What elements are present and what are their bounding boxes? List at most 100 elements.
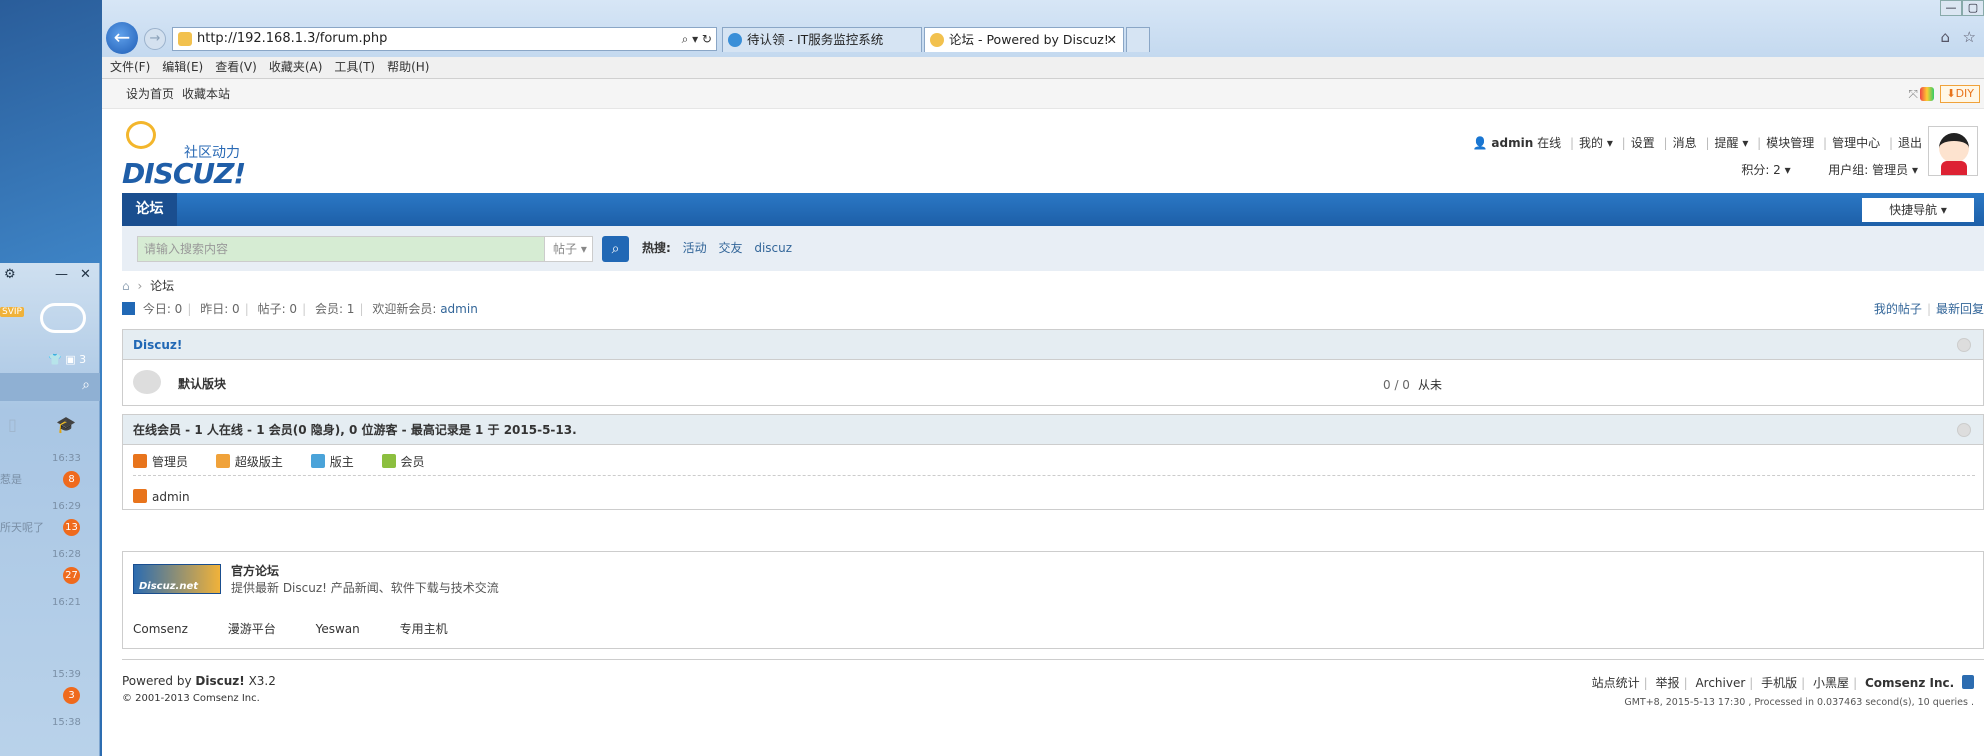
legend-member: 会员: [381, 453, 425, 470]
main-nav: 论坛 快捷导航 ▾: [122, 193, 1984, 226]
forum-stats: 今日: 0 | 昨日: 0 | 帖子: 0 | 会员: 1 | 欢迎新会员: admin: [122, 300, 478, 317]
menu-file[interactable]: 文件(F): [110, 57, 150, 77]
menu-tools[interactable]: 工具(T): [334, 57, 375, 77]
hot-search: 热搜: 活动 交友 discuz: [642, 226, 800, 271]
notify-menu[interactable]: 提醒: [1714, 136, 1738, 150]
qq-settings-icon[interactable]: ⚙: [4, 267, 16, 282]
friend-link[interactable]: Yeswan: [316, 622, 360, 636]
logout-link[interactable]: 退出: [1898, 136, 1922, 150]
newest-member-link[interactable]: admin: [440, 302, 478, 316]
avatar-face: [1939, 133, 1969, 163]
online-legend: 管理员 超级版主 版主 会员: [133, 453, 449, 470]
message-count: 3: [79, 353, 87, 366]
close-tab-icon[interactable]: ✕: [1107, 28, 1117, 51]
browser-window: ← → http://192.168.1.3/forum.php ⌕ ▾ ↻ 待…: [102, 0, 1984, 756]
quick-nav-label: 快捷导航: [1889, 203, 1938, 217]
official-forum-link[interactable]: 官方论坛: [231, 562, 279, 579]
online-username[interactable]: admin: [152, 490, 190, 504]
graduation-icon[interactable]: 🎓: [56, 415, 76, 434]
favorites-star-icon[interactable]: ☆: [1963, 28, 1976, 46]
search-icon[interactable]: ⌕: [82, 377, 90, 393]
qq-search-bar[interactable]: ⌕: [0, 373, 100, 401]
menu-favorites[interactable]: 收藏夹(A): [269, 57, 323, 77]
admin-icon: [133, 489, 147, 503]
avatar[interactable]: [1928, 126, 1978, 176]
my-posts-link[interactable]: 我的帖子: [1874, 302, 1922, 316]
user-links: 👤 admin 在线 | 我的 ▾ | 设置 | 消息 | 提醒 ▾ | 模块管理 | 管理…: [1472, 136, 1922, 150]
breadcrumb-current[interactable]: 论坛: [150, 279, 174, 293]
address-bar[interactable]: http://192.168.1.3/forum.php ⌕ ▾ ↻: [172, 27, 717, 51]
back-button[interactable]: ←: [106, 22, 138, 54]
hot-label: 热搜:: [642, 241, 671, 255]
forward-button[interactable]: →: [144, 28, 166, 50]
brand-link[interactable]: Discuz!: [195, 674, 244, 688]
latest-replies-link[interactable]: 最新回复: [1936, 302, 1984, 316]
online-user[interactable]: admin: [133, 489, 190, 504]
qq-item-text[interactable]: 所天呢了: [0, 519, 44, 535]
tab-label: 论坛 - Powered by Discuz!: [949, 32, 1109, 47]
admin-center-link[interactable]: 管理中心: [1832, 136, 1880, 150]
search-type-label: 帖子: [553, 242, 578, 256]
new-tab-button[interactable]: [1126, 27, 1150, 52]
company-link[interactable]: Comsenz Inc.: [1865, 676, 1954, 690]
stat-today: 今日: 0: [142, 302, 183, 316]
logo-text[interactable]: DISCUZ!: [122, 157, 246, 190]
collapse-icon[interactable]: [1957, 423, 1971, 437]
maximize-icon[interactable]: ▢: [1962, 0, 1984, 16]
quick-nav-button[interactable]: 快捷导航 ▾: [1862, 198, 1974, 222]
qq-panel: ⚙ — ✕ SVIP 👕 ▣ 3 ⌕ ▯ 🎓 16:33 惹是 8 16:29 所天呢了…: [0, 263, 100, 756]
tab-forum[interactable]: 论坛 - Powered by Discuz! ✕: [924, 27, 1124, 52]
bookmark-link[interactable]: 收藏本站: [182, 79, 230, 109]
search-input[interactable]: 请输入搜索内容: [137, 236, 545, 262]
minimize-icon[interactable]: —: [55, 267, 68, 282]
footer-link[interactable]: 手机版: [1761, 676, 1797, 690]
category-box: Discuz! 默认版块 0 / 0 从未: [122, 329, 1984, 406]
hot-link[interactable]: discuz: [754, 241, 792, 255]
qq-item-text[interactable]: 惹是: [0, 471, 22, 487]
search-refresh-icons[interactable]: ⌕ ▾ ↻: [682, 28, 712, 50]
my-menu[interactable]: 我的: [1579, 136, 1603, 150]
admin-icon: [133, 454, 147, 468]
legend-label: 会员: [400, 455, 425, 469]
diy-button[interactable]: ⬇DIY: [1940, 85, 1980, 103]
friend-link[interactable]: 专用主机: [400, 622, 448, 636]
messages-link[interactable]: 消息: [1673, 136, 1697, 150]
phone-icon[interactable]: ▯: [8, 415, 17, 434]
friend-link[interactable]: 漫游平台: [228, 622, 276, 636]
forum-name-link[interactable]: 默认版块: [178, 375, 226, 392]
tab-it-monitor[interactable]: 待认领 - IT服务监控系统: [722, 27, 922, 52]
points-menu[interactable]: 积分: 2: [1741, 163, 1781, 177]
discuz-net-logo[interactable]: Discuz.net: [133, 564, 221, 594]
links-box: Discuz.net 官方论坛 提供最新 Discuz! 产品新闻、软件下载与技…: [122, 551, 1984, 649]
footer-link[interactable]: Archiver: [1695, 676, 1745, 690]
menu-bar: 文件(F) 编辑(E) 查看(V) 收藏夹(A) 工具(T) 帮助(H): [102, 57, 1984, 79]
footer-link[interactable]: 举报: [1656, 676, 1680, 690]
search-button[interactable]: ⌕: [602, 236, 629, 262]
search-type-select[interactable]: 帖子 ▾: [545, 236, 593, 262]
usergroup-menu[interactable]: 用户组: 管理员: [1828, 163, 1908, 177]
home-icon[interactable]: ⌂: [122, 279, 130, 293]
close-icon[interactable]: ✕: [80, 267, 91, 282]
style-switch-icon[interactable]: [1920, 87, 1934, 101]
menu-edit[interactable]: 编辑(E): [162, 57, 203, 77]
category-title[interactable]: Discuz!: [133, 338, 182, 352]
footer-link[interactable]: 站点统计: [1592, 676, 1640, 690]
minimize-icon[interactable]: —: [1940, 0, 1962, 16]
category-header: Discuz!: [123, 330, 1983, 360]
home-icon[interactable]: ⌂: [1940, 28, 1950, 46]
settings-link[interactable]: 设置: [1631, 136, 1655, 150]
menu-view[interactable]: 查看(V): [215, 57, 257, 77]
fullscreen-icon[interactable]: ⤧: [1908, 79, 1918, 109]
hot-link[interactable]: 活动: [683, 241, 707, 255]
hot-link[interactable]: 交友: [718, 241, 742, 255]
security-shield-icon: [1962, 675, 1974, 689]
set-home-link[interactable]: 设为首页: [126, 79, 174, 109]
username-link[interactable]: admin: [1491, 136, 1533, 150]
friend-link[interactable]: Comsenz: [133, 622, 188, 636]
module-manage-link[interactable]: 模块管理: [1766, 136, 1814, 150]
divider: [133, 475, 1975, 476]
nav-forum-tab[interactable]: 论坛: [122, 193, 177, 226]
footer-link[interactable]: 小黑屋: [1813, 676, 1849, 690]
collapse-icon[interactable]: [1957, 338, 1971, 352]
menu-help[interactable]: 帮助(H): [387, 57, 429, 77]
